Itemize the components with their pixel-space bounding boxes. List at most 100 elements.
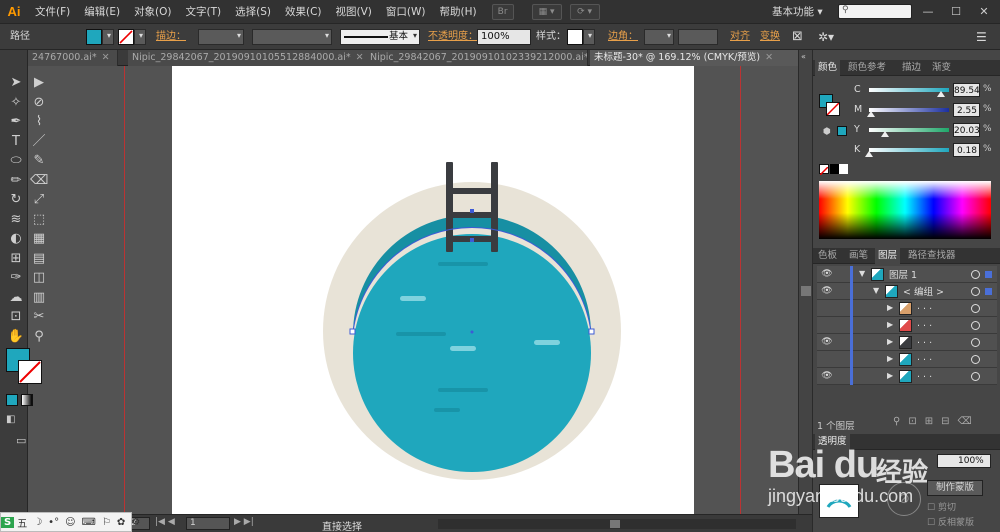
brush-definition-dropdown[interactable]: 基本 ▾ bbox=[340, 29, 420, 45]
blend-icon[interactable]: ◫ bbox=[30, 269, 48, 287]
layer-row[interactable]: 👁 ▶ . . . bbox=[817, 334, 997, 351]
tab-document-active[interactable]: 未标题-30* @ 169.12% (CMYK/预览) ✕ bbox=[590, 50, 804, 66]
magic-wand-icon[interactable]: ✧ bbox=[7, 94, 25, 112]
direct-selection-tool-icon[interactable]: ▶ bbox=[30, 74, 48, 92]
tab-document-2[interactable]: Nipic_29842067_20190910105512884000.ai* ✕ bbox=[128, 50, 376, 66]
layer-row[interactable]: 👁 ▼ 图层 1 bbox=[817, 266, 997, 283]
next-artboard-button[interactable]: ▶ ▶| bbox=[234, 517, 254, 527]
corner-type-field[interactable]: ▾ bbox=[644, 29, 674, 45]
tab-swatches[interactable]: 色板 bbox=[815, 248, 840, 264]
target-icon[interactable] bbox=[971, 321, 980, 330]
tab-document-3[interactable]: Nipic_29842067_20190910102339212000.ai*✕ bbox=[366, 50, 588, 66]
expand-arrow-icon[interactable]: ▶ bbox=[887, 337, 893, 346]
channel-slider-track[interactable] bbox=[869, 148, 949, 152]
selection-tool-icon[interactable]: ➤ bbox=[7, 74, 25, 92]
layer-row[interactable]: ▶ . . . bbox=[817, 351, 997, 368]
layer-name[interactable]: . . . bbox=[917, 318, 932, 329]
zoom-icon[interactable]: ⚲ bbox=[30, 328, 48, 346]
graphic-style-dropdown[interactable]: ▾ bbox=[583, 29, 595, 45]
stroke-label[interactable]: 描边： bbox=[156, 29, 186, 45]
channel-value-field[interactable]: 2.55 bbox=[953, 103, 980, 117]
rotate-icon[interactable]: ↻ bbox=[7, 191, 25, 209]
invert-mask-checkbox[interactable]: ☐ 反相蒙版 bbox=[927, 515, 974, 528]
hand-icon[interactable]: ✋ bbox=[7, 328, 25, 346]
layer-row[interactable]: ▶ . . . bbox=[817, 317, 997, 334]
menu-item-2[interactable]: 对象(O) bbox=[127, 0, 178, 24]
channel-value-field[interactable]: 0.18 bbox=[953, 143, 980, 157]
help-search-input[interactable]: ⚲ bbox=[838, 4, 912, 19]
black-swatch[interactable] bbox=[830, 164, 839, 174]
slice-icon[interactable]: ✂ bbox=[30, 308, 48, 326]
fill-dropdown[interactable]: ▾ bbox=[102, 29, 114, 45]
anchor-point[interactable] bbox=[349, 328, 356, 335]
tab-stroke[interactable]: 描边 bbox=[899, 60, 924, 76]
menu-item-6[interactable]: 视图(V) bbox=[329, 0, 379, 24]
shape-builder-icon[interactable]: ◐ bbox=[7, 230, 25, 248]
opacity-field[interactable]: 100% bbox=[477, 29, 531, 45]
layer-name[interactable]: . . . bbox=[917, 352, 932, 363]
vertical-scroll-thumb[interactable] bbox=[801, 286, 811, 296]
horizontal-scroll-thumb[interactable] bbox=[610, 520, 620, 528]
line-icon[interactable]: ／ bbox=[30, 133, 48, 151]
layer-name[interactable]: . . . bbox=[917, 335, 932, 346]
expand-arrow-icon[interactable]: ▶ bbox=[887, 303, 893, 312]
channel-value-field[interactable]: 89.54 bbox=[953, 83, 980, 97]
artboard[interactable] bbox=[172, 66, 694, 514]
anchor-point[interactable] bbox=[588, 328, 595, 335]
free-transform-icon[interactable]: ⬚ bbox=[30, 211, 48, 229]
channel-slider-knob[interactable] bbox=[936, 91, 945, 97]
expand-arrow-icon[interactable]: ▶ bbox=[887, 371, 893, 380]
ime-item-6[interactable]: ⚐ bbox=[99, 517, 114, 528]
channel-slider-knob[interactable] bbox=[881, 131, 889, 137]
menu-item-3[interactable]: 文字(T) bbox=[179, 0, 229, 24]
visibility-eye-icon[interactable] bbox=[820, 302, 834, 314]
channel-slider-track[interactable] bbox=[869, 108, 949, 112]
selection-indicator[interactable] bbox=[985, 288, 992, 295]
menu-item-4[interactable]: 选择(S) bbox=[228, 0, 278, 24]
stroke-dropdown[interactable]: ▾ bbox=[134, 29, 146, 45]
menu-item-8[interactable]: 帮助(H) bbox=[433, 0, 484, 24]
ellipse-icon[interactable]: ⬭ bbox=[7, 152, 25, 170]
ime-item-8[interactable]: ⚙ bbox=[128, 517, 143, 528]
pool-artwork[interactable] bbox=[172, 66, 694, 514]
pen-icon[interactable]: ✒ bbox=[7, 113, 25, 131]
app-logo[interactable]: Ai bbox=[0, 0, 28, 24]
tab-layers[interactable]: 图层 bbox=[875, 248, 901, 264]
workspace-switcher[interactable]: 基本功能 ▾ bbox=[772, 0, 823, 24]
target-icon[interactable] bbox=[971, 287, 980, 296]
type-icon[interactable]: T bbox=[7, 133, 25, 151]
close-icon[interactable]: ✕ bbox=[765, 52, 773, 63]
ime-item-0[interactable]: S bbox=[1, 516, 15, 528]
tab-brushes[interactable]: 画笔 bbox=[846, 248, 871, 264]
eraser-icon[interactable]: ⌫ bbox=[30, 172, 48, 190]
curvature-icon[interactable]: ⌇ bbox=[30, 113, 48, 131]
tab-gradient[interactable]: 渐变 bbox=[929, 60, 954, 76]
ime-item-5[interactable]: ⌨ bbox=[79, 517, 99, 528]
layer-row[interactable]: 👁 ▼ < 编组 > bbox=[817, 283, 997, 300]
artboard-icon[interactable]: ⊡ bbox=[7, 308, 25, 326]
target-icon[interactable] bbox=[971, 355, 980, 364]
tab-pathfinder[interactable]: 路径查找器 bbox=[905, 248, 959, 264]
layer-name[interactable]: 图层 1 bbox=[889, 267, 917, 281]
ime-item-7[interactable]: ✿ bbox=[114, 517, 128, 528]
close-icon[interactable]: ✕ bbox=[356, 52, 364, 63]
scale-icon[interactable]: ⤢ bbox=[30, 191, 48, 209]
channel-value-field[interactable]: 20.03 bbox=[953, 123, 980, 137]
ime-item-1[interactable]: 五 bbox=[14, 515, 30, 530]
selection-indicator[interactable] bbox=[985, 271, 992, 278]
symbol-sprayer-icon[interactable]: ☁ bbox=[7, 289, 25, 307]
expand-arrow-icon[interactable]: ▼ bbox=[873, 286, 879, 295]
layer-row[interactable]: 👁 ▶ . . . bbox=[817, 368, 997, 385]
close-icon[interactable]: ✕ bbox=[102, 52, 110, 63]
screen-mode-icon[interactable]: ▭ bbox=[16, 434, 34, 447]
collapse-panels-icon[interactable]: « bbox=[801, 52, 806, 61]
close-window-button[interactable]: ✕ bbox=[974, 4, 994, 19]
graph-icon[interactable]: ▥ bbox=[30, 289, 48, 307]
visibility-eye-icon[interactable]: 👁 bbox=[820, 370, 834, 382]
anchor-point[interactable] bbox=[470, 209, 474, 213]
visibility-eye-icon[interactable]: 👁 bbox=[820, 336, 834, 348]
corner-radius-field[interactable] bbox=[678, 29, 718, 45]
canvas-area[interactable] bbox=[56, 66, 798, 514]
artboard-number-field[interactable]: 1 bbox=[186, 517, 230, 530]
maximize-button[interactable]: ☐ bbox=[946, 4, 966, 19]
